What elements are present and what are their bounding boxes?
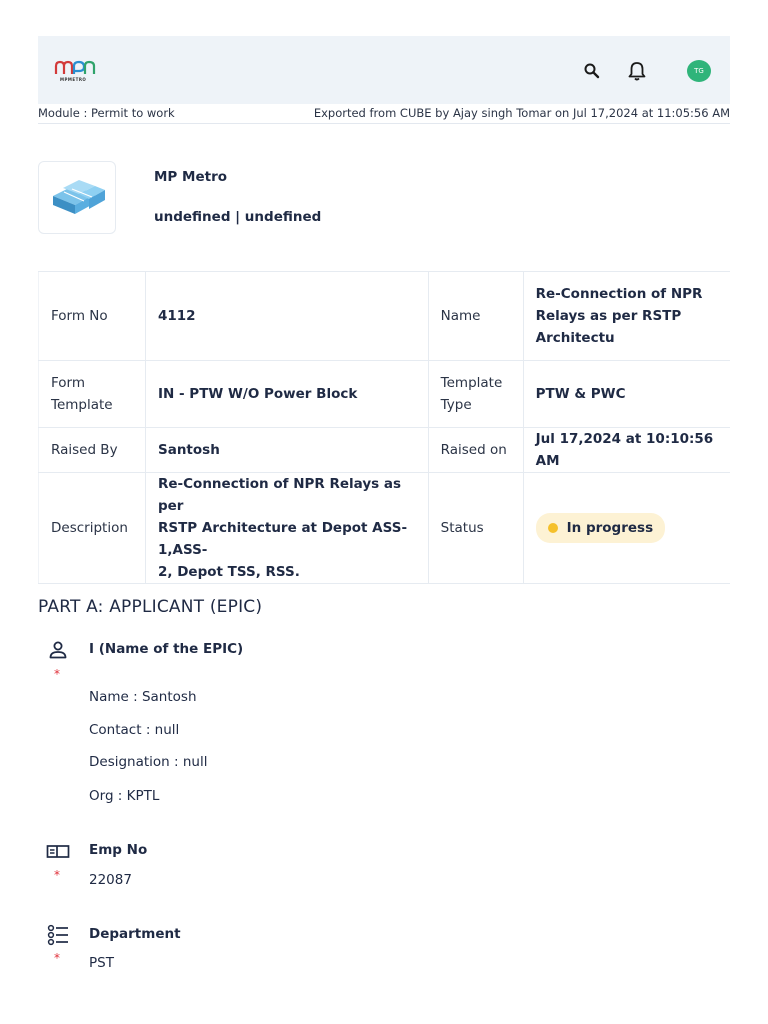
export-info: Exported from CUBE by Ajay singh Tomar o… — [313, 106, 730, 120]
name-value-line: Re-Connection of NPR — [535, 286, 703, 302]
table-row: Form Template IN - PTW W/O Power Block T… — [38, 360, 730, 428]
form-template-label-line: Template — [51, 397, 113, 413]
name-value-line: Relays as per RSTP — [535, 308, 682, 324]
module-label: Module : Permit to work — [38, 106, 175, 120]
org-logo — [38, 161, 116, 234]
org-subtitle: undefined | undefined — [154, 209, 322, 225]
logo-text: MPMETRO — [60, 77, 87, 82]
description-label: Description — [38, 472, 146, 584]
table-row: Form No 4112 Name Re-Connection of NPR R… — [38, 271, 730, 361]
org-name: MP Metro — [154, 169, 228, 185]
required-mark: * — [54, 868, 60, 882]
name-value: Re-Connection of NPR Relays as per RSTP … — [523, 271, 730, 361]
form-template-value: IN - PTW W/O Power Block — [145, 360, 429, 428]
name-value-line: Architectu — [535, 330, 615, 346]
list-icon — [47, 924, 68, 946]
raised-by-value: Santosh — [145, 427, 429, 473]
description-value: Re-Connection of NPR Relays as per RSTP … — [145, 472, 429, 584]
table-row: Description Re-Connection of NPR Relays … — [38, 472, 730, 584]
status-badge: In progress — [535, 513, 666, 543]
form-no-label: Form No — [38, 271, 146, 361]
search-icon[interactable] — [582, 61, 602, 81]
raised-on-value: Jul 17,2024 at 10:10:56 AM — [523, 427, 730, 473]
form-template-label: Form Template — [38, 360, 146, 428]
section-title: PART A: APPLICANT (EPIC) — [38, 597, 263, 617]
name-label: Name — [428, 271, 524, 361]
cube-logo-icon — [53, 180, 105, 214]
field-title-epic-name: I (Name of the EPIC) — [89, 641, 244, 657]
required-mark: * — [54, 667, 60, 681]
status-dot-icon — [547, 523, 558, 533]
status-label: Status — [428, 472, 524, 584]
table-row: Raised By Santosh Raised on Jul 17,2024 … — [38, 427, 730, 473]
user-avatar[interactable]: TG — [687, 60, 711, 82]
field-value-line: Designation : null — [89, 754, 208, 770]
export-meta-bar: Module : Permit to work Exported from CU… — [38, 104, 730, 124]
field-value-line: 22087 — [89, 872, 132, 888]
form-info-table: Form No 4112 Name Re-Connection of NPR R… — [38, 271, 730, 584]
status-text: In progress — [566, 520, 654, 536]
bell-icon[interactable] — [626, 60, 648, 82]
raised-on-label: Raised on — [428, 427, 524, 473]
field-value-line: Name : Santosh — [89, 689, 197, 705]
status-cell: In progress — [523, 472, 730, 584]
description-line: Re-Connection of NPR Relays as per — [157, 476, 402, 514]
template-type-label: Template Type — [428, 360, 524, 428]
template-type-label-line: Template — [440, 375, 503, 391]
template-type-value: PTW & PWC — [523, 360, 730, 428]
id-card-icon — [46, 845, 70, 858]
form-no-value: 4112 — [145, 271, 429, 361]
raised-by-label: Raised By — [38, 427, 146, 473]
description-line: RSTP Architecture at Depot ASS-1,ASS- — [157, 520, 408, 558]
required-mark: * — [54, 951, 60, 965]
top-header: MPMETRO TG — [38, 36, 730, 104]
field-value-line: Org : KPTL — [89, 788, 160, 804]
field-value-line: PST — [89, 955, 114, 971]
person-icon — [49, 641, 67, 659]
description-line: 2, Depot TSS, RSS. — [157, 564, 300, 580]
field-value-line: Contact : null — [89, 722, 180, 738]
form-template-label-line: Form — [51, 375, 86, 391]
template-type-label-line: Type — [440, 397, 472, 413]
field-title-emp-no: Emp No — [89, 842, 148, 858]
field-title-department: Department — [89, 926, 181, 942]
